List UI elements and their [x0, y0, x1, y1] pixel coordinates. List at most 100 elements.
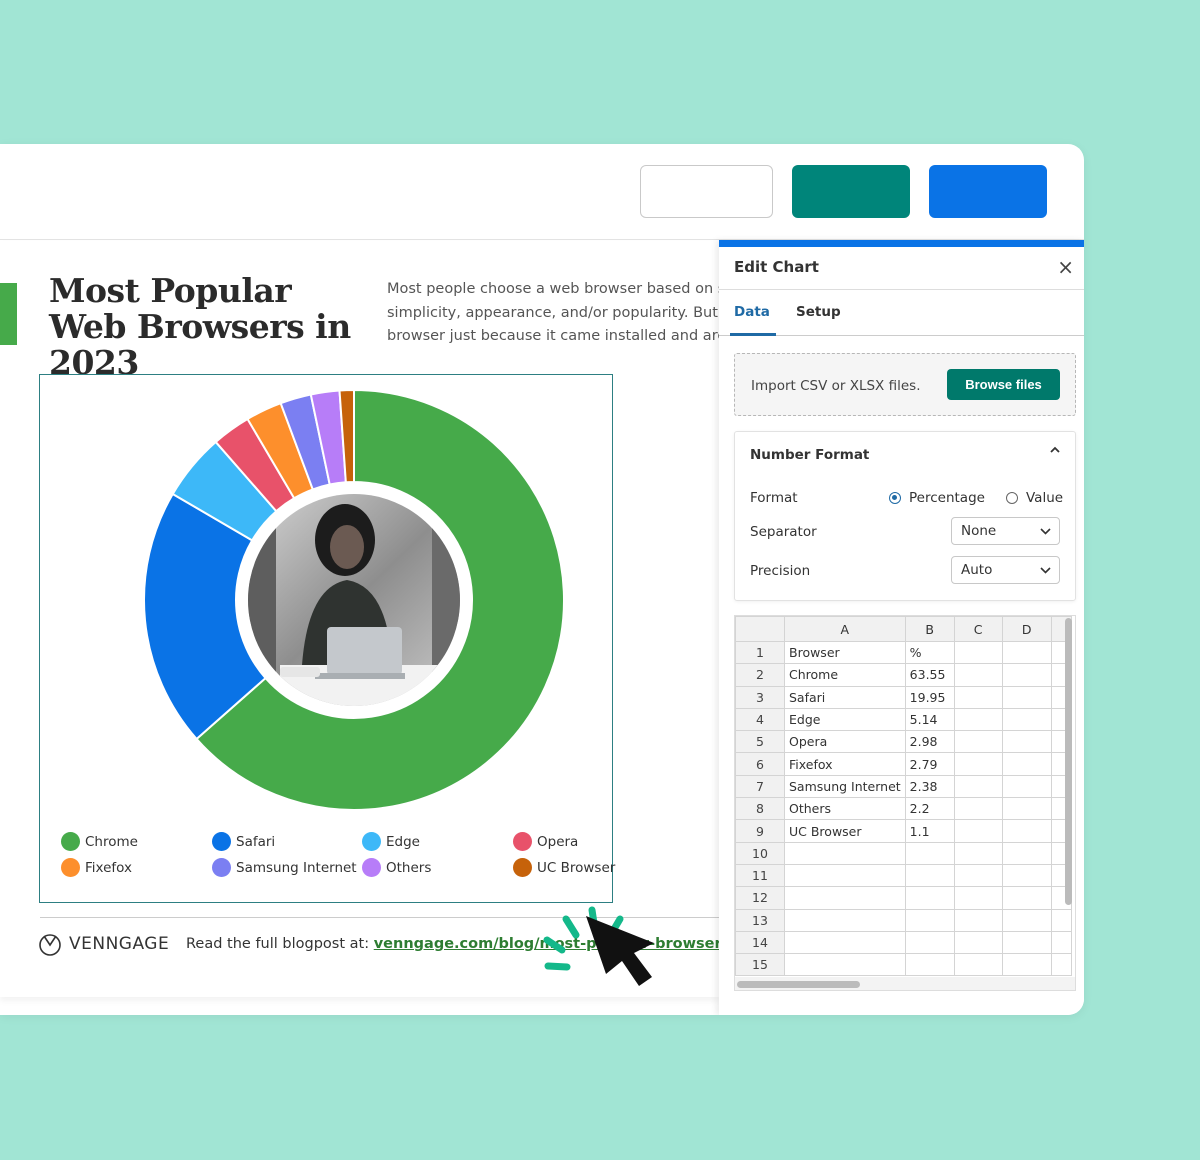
toolbar-button-secondary[interactable] — [640, 165, 773, 218]
table-cell[interactable] — [1001, 863, 1052, 888]
table-cell[interactable] — [904, 863, 955, 888]
table-cell[interactable]: Samsung Internet — [784, 774, 906, 799]
toolbar-button-teal[interactable] — [792, 165, 910, 218]
donut-chart-svg[interactable] — [40, 375, 614, 835]
row-number[interactable]: 10 — [735, 841, 785, 865]
spreadsheet-table[interactable]: A B C D 1 Browser% 2 Chrome 63.55 3 Safari 19.9… — [735, 616, 1072, 977]
table-cell[interactable] — [1001, 841, 1052, 865]
column-header[interactable]: C — [953, 616, 1003, 642]
table-cell[interactable]: 63.55 — [904, 663, 955, 687]
table-cell[interactable]: Safari — [784, 685, 906, 709]
table-cell[interactable] — [953, 774, 1003, 799]
table-cell[interactable]: UC Browser — [784, 819, 906, 843]
table-cell[interactable]: 1.1 — [904, 819, 955, 843]
table-cell[interactable] — [953, 730, 1003, 754]
table-cell[interactable] — [1001, 797, 1052, 821]
vertical-scrollbar[interactable] — [1065, 618, 1072, 905]
table-cell[interactable] — [953, 930, 1003, 955]
table-cell[interactable] — [953, 953, 1003, 977]
chevron-up-icon[interactable] — [1049, 444, 1061, 460]
column-header[interactable]: A — [784, 616, 906, 642]
table-cell[interactable]: Browser — [784, 640, 906, 665]
table-cell[interactable]: 2.38 — [904, 774, 955, 799]
table-cell[interactable] — [784, 908, 906, 932]
table-cell[interactable] — [1001, 707, 1052, 732]
row-number[interactable]: 3 — [735, 685, 785, 709]
table-cell[interactable] — [1001, 685, 1052, 709]
row-number[interactable]: 1 — [735, 640, 785, 665]
table-cell[interactable] — [1001, 819, 1052, 843]
table-cell[interactable] — [953, 908, 1003, 932]
toolbar-button-primary[interactable] — [929, 165, 1047, 218]
table-cell[interactable] — [953, 886, 1003, 910]
format-radio-percentage[interactable]: Percentage — [889, 490, 985, 506]
row-number[interactable]: 11 — [735, 863, 785, 888]
table-cell[interactable]: Chrome — [784, 663, 906, 687]
table-cell[interactable] — [953, 752, 1003, 776]
browse-files-button[interactable]: Browse files — [947, 369, 1060, 400]
table-cell[interactable] — [953, 841, 1003, 865]
table-cell[interactable] — [1001, 774, 1052, 799]
precision-select[interactable]: Auto — [951, 556, 1060, 584]
table-cell[interactable]: 2.98 — [904, 730, 955, 754]
table-cell[interactable] — [1001, 640, 1052, 665]
table-cell[interactable] — [784, 886, 906, 910]
data-spreadsheet[interactable]: A B C D 1 Browser% 2 Chrome 63.55 3 Safari 19.9… — [734, 615, 1076, 991]
table-cell[interactable] — [1001, 886, 1052, 910]
table-cell[interactable] — [953, 863, 1003, 888]
row-number[interactable]: 5 — [735, 730, 785, 754]
column-header[interactable]: D — [1001, 616, 1052, 642]
table-cell[interactable] — [904, 908, 955, 932]
infographic-title[interactable]: Most Popular Web Browsers in 2023 — [49, 273, 379, 381]
table-cell[interactable]: 19.95 — [904, 685, 955, 709]
row-number[interactable]: 4 — [735, 707, 785, 732]
table-cell[interactable] — [953, 685, 1003, 709]
close-icon[interactable]: × — [1057, 255, 1074, 279]
table-cell[interactable] — [953, 797, 1003, 821]
table-cell[interactable] — [784, 841, 906, 865]
table-cell[interactable]: 2.2 — [904, 797, 955, 821]
table-cell[interactable]: Others — [784, 797, 906, 821]
row-number[interactable]: 9 — [735, 819, 785, 843]
row-number[interactable]: 14 — [735, 930, 785, 955]
table-cell[interactable] — [1001, 663, 1052, 687]
table-cell[interactable] — [784, 953, 906, 977]
row-number[interactable]: 8 — [735, 797, 785, 821]
donut-chart[interactable]: Chrome Safari Edge Opera Fixefox Samsung Inte… — [39, 374, 615, 903]
row-number[interactable]: 2 — [735, 663, 785, 687]
table-cell[interactable] — [904, 953, 955, 977]
table-cell[interactable]: Fixefox — [784, 752, 906, 776]
table-cell[interactable] — [1001, 930, 1052, 955]
row-number[interactable]: 15 — [735, 953, 785, 977]
table-cell[interactable] — [1050, 930, 1072, 955]
corner-cell[interactable] — [735, 616, 785, 642]
table-cell[interactable]: Edge — [784, 707, 906, 732]
table-cell[interactable] — [784, 863, 906, 888]
table-cell[interactable] — [1050, 908, 1072, 932]
table-cell[interactable] — [953, 640, 1003, 665]
table-cell[interactable] — [953, 663, 1003, 687]
row-number[interactable]: 12 — [735, 886, 785, 910]
row-number[interactable]: 6 — [735, 752, 785, 776]
separator-select[interactable]: None — [951, 517, 1060, 545]
table-cell[interactable] — [904, 930, 955, 955]
tab-data[interactable]: Data — [734, 304, 770, 320]
table-cell[interactable] — [953, 819, 1003, 843]
infographic-description[interactable]: Most people choose a web browser based o… — [387, 278, 719, 356]
table-cell[interactable] — [1001, 752, 1052, 776]
table-cell[interactable]: 2.79 — [904, 752, 955, 776]
table-cell[interactable] — [904, 841, 955, 865]
horizontal-scrollbar[interactable] — [737, 981, 860, 988]
row-number[interactable]: 13 — [735, 908, 785, 932]
table-cell[interactable] — [784, 930, 906, 955]
tab-setup[interactable]: Setup — [796, 304, 841, 320]
table-cell[interactable]: Opera — [784, 730, 906, 754]
number-format-title[interactable]: Number Format — [750, 447, 869, 463]
table-cell[interactable] — [904, 886, 955, 910]
table-cell[interactable] — [1001, 953, 1052, 977]
table-cell[interactable] — [1001, 730, 1052, 754]
table-cell[interactable]: % — [904, 640, 955, 665]
table-cell[interactable] — [1050, 953, 1072, 977]
table-cell[interactable] — [1001, 908, 1052, 932]
table-cell[interactable] — [953, 707, 1003, 732]
